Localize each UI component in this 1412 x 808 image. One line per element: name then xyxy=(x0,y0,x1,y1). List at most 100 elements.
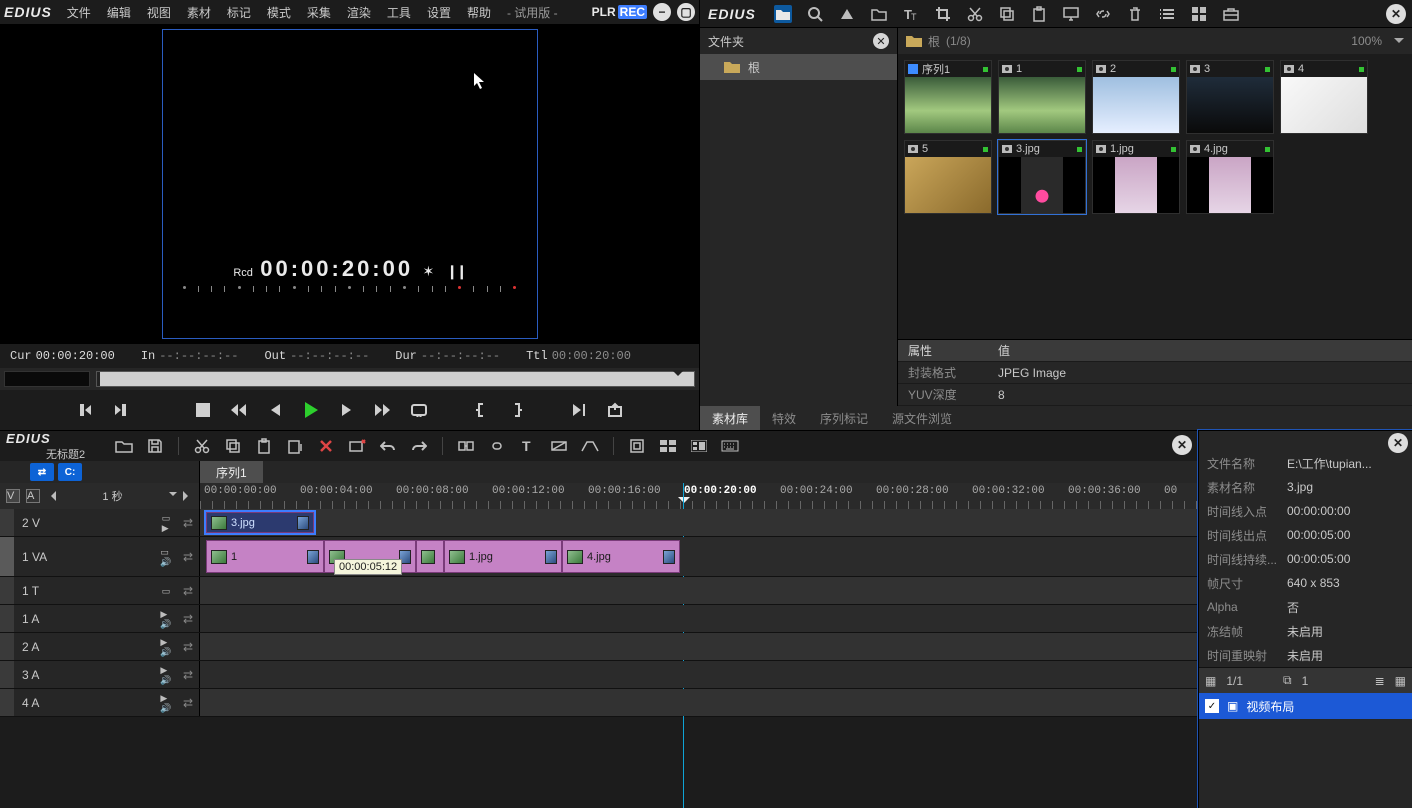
breadcrumb[interactable]: 根 (1/8) xyxy=(906,33,971,50)
thumb-2[interactable]: 2 xyxy=(1092,60,1180,134)
thumb-1[interactable]: 1 xyxy=(998,60,1086,134)
track-swap-icon[interactable]: ⇄ xyxy=(177,605,199,632)
menu-help[interactable]: 帮助 xyxy=(460,2,498,23)
track-icons[interactable]: ▶🔊 xyxy=(155,689,177,716)
list-icon[interactable]: ≣ xyxy=(1375,674,1385,688)
track-edge[interactable] xyxy=(0,661,14,688)
thumb-4.jpg[interactable]: 4.jpg xyxy=(1186,140,1274,214)
out-bracket-icon[interactable] xyxy=(502,395,532,425)
in-bracket-icon[interactable] xyxy=(466,395,496,425)
track-lane[interactable] xyxy=(200,633,1198,660)
undo-icon[interactable] xyxy=(378,436,398,456)
paste-icon[interactable] xyxy=(254,436,274,456)
chevron-down-icon[interactable] xyxy=(169,492,177,500)
menu-render[interactable]: 渲染 xyxy=(340,2,378,23)
menu-tools[interactable]: 工具 xyxy=(380,2,418,23)
clip[interactable]: 1 xyxy=(206,540,324,573)
settings-icon[interactable]: ▦ xyxy=(1395,674,1406,688)
minimize-icon[interactable]: − xyxy=(653,3,671,21)
stop-icon[interactable] xyxy=(188,395,218,425)
track-swap-icon[interactable]: ⇄ xyxy=(177,689,199,716)
tab-source[interactable]: 源文件浏览 xyxy=(880,406,964,430)
viewer-canvas[interactable]: Rcd 00:00:20:00 ✶❙❙ xyxy=(162,29,538,339)
scrub-block[interactable] xyxy=(4,371,90,387)
track-edge[interactable] xyxy=(0,509,14,536)
redo-icon[interactable] xyxy=(409,436,429,456)
menu-capture[interactable]: 采集 xyxy=(300,2,338,23)
track-icons[interactable]: ▶🔊 xyxy=(155,633,177,660)
loop-icon[interactable] xyxy=(404,395,434,425)
track-icons[interactable]: ▶🔊 xyxy=(155,661,177,688)
tab-effects[interactable]: 特效 xyxy=(760,406,808,430)
ripple-delete-icon[interactable] xyxy=(347,436,367,456)
scrub-track[interactable] xyxy=(96,371,695,387)
monitor-icon[interactable] xyxy=(1062,5,1080,23)
track-header[interactable]: 4 A xyxy=(14,689,155,716)
title-icon[interactable]: TT xyxy=(902,5,920,23)
track-lane[interactable] xyxy=(200,661,1198,688)
menu-mode[interactable]: 模式 xyxy=(260,2,298,23)
track-lane[interactable] xyxy=(200,605,1198,632)
menu-file[interactable]: 文件 xyxy=(60,2,98,23)
track-lane[interactable]: 11.jpg4.jpg00:00:05:12 xyxy=(200,537,1198,576)
track-swap-icon[interactable]: ⇄ xyxy=(177,577,199,604)
next-edit-icon[interactable] xyxy=(564,395,594,425)
track-lane[interactable] xyxy=(200,689,1198,716)
link-icon[interactable] xyxy=(487,436,507,456)
open-icon[interactable] xyxy=(114,436,134,456)
track-lane[interactable] xyxy=(200,577,1198,604)
scale-label[interactable]: 1 秒 xyxy=(62,488,163,504)
track-icons[interactable]: ▭ xyxy=(155,577,177,604)
ffwd-icon[interactable] xyxy=(368,395,398,425)
close-icon[interactable]: ✕ xyxy=(1386,4,1406,24)
delete-icon[interactable] xyxy=(316,436,336,456)
proxy-icon[interactable] xyxy=(689,436,709,456)
folder-icon[interactable] xyxy=(774,5,792,23)
thumb-5[interactable]: 5 xyxy=(904,140,992,214)
menu-marker[interactable]: 标记 xyxy=(220,2,258,23)
group-icon[interactable] xyxy=(456,436,476,456)
tab-markers[interactable]: 序列标记 xyxy=(808,406,880,430)
track-swap-icon[interactable]: ⇄ xyxy=(177,661,199,688)
mark-in-icon[interactable] xyxy=(70,395,100,425)
info-selected-row[interactable]: ✓ ▣ 视频布局 xyxy=(1199,693,1412,719)
track-swap-icon[interactable]: ⇄ xyxy=(177,537,199,576)
chevron-down-icon[interactable] xyxy=(1394,38,1404,44)
thumb-4[interactable]: 4 xyxy=(1280,60,1368,134)
grid-icon[interactable] xyxy=(1190,5,1208,23)
track-patch[interactable]: V xyxy=(6,489,20,503)
clip[interactable] xyxy=(416,540,444,573)
toolbox-icon[interactable] xyxy=(1222,5,1240,23)
track-edge[interactable] xyxy=(0,605,14,632)
folder-root[interactable]: 根 xyxy=(700,54,897,80)
time-ruler[interactable]: 00:00:00:0000:00:04:0000:00:08:0000:00:1… xyxy=(200,483,1198,509)
title-icon[interactable]: T xyxy=(518,436,538,456)
save-icon[interactable] xyxy=(145,436,165,456)
menu-clip[interactable]: 素材 xyxy=(180,2,218,23)
clip[interactable]: 1.jpg xyxy=(444,540,562,573)
track-icons[interactable]: ▶🔊 xyxy=(155,605,177,632)
search-icon[interactable] xyxy=(806,5,824,23)
paste-insert-icon[interactable] xyxy=(285,436,305,456)
tab-library[interactable]: 素材库 xyxy=(700,406,760,430)
thumb-序列1[interactable]: 序列1 xyxy=(904,60,992,134)
play-icon[interactable] xyxy=(296,395,326,425)
track-header[interactable]: 2 V xyxy=(14,509,155,536)
track-lane[interactable]: 3.jpg xyxy=(200,509,1198,536)
trash-icon[interactable] xyxy=(1126,5,1144,23)
keyboard-icon[interactable] xyxy=(720,436,740,456)
link-icon[interactable] xyxy=(1094,5,1112,23)
track-swap-icon[interactable]: ⇄ xyxy=(177,633,199,660)
checkbox-icon[interactable]: ✓ xyxy=(1205,699,1219,713)
step-fwd-icon[interactable] xyxy=(332,395,362,425)
track-patch[interactable]: A xyxy=(26,489,40,503)
scale-down-icon[interactable] xyxy=(46,491,56,501)
track-icons[interactable]: ▭▶ xyxy=(155,509,177,536)
menu-view[interactable]: 视图 xyxy=(140,2,178,23)
close-icon[interactable]: ✕ xyxy=(1172,435,1192,455)
track-header[interactable]: 3 A xyxy=(14,661,155,688)
sequence-tab[interactable]: 序列1 xyxy=(200,461,263,483)
mode-insert-icon[interactable]: C: xyxy=(58,463,82,481)
track-swap-icon[interactable]: ⇄ xyxy=(177,509,199,536)
menu-edit[interactable]: 编辑 xyxy=(100,2,138,23)
